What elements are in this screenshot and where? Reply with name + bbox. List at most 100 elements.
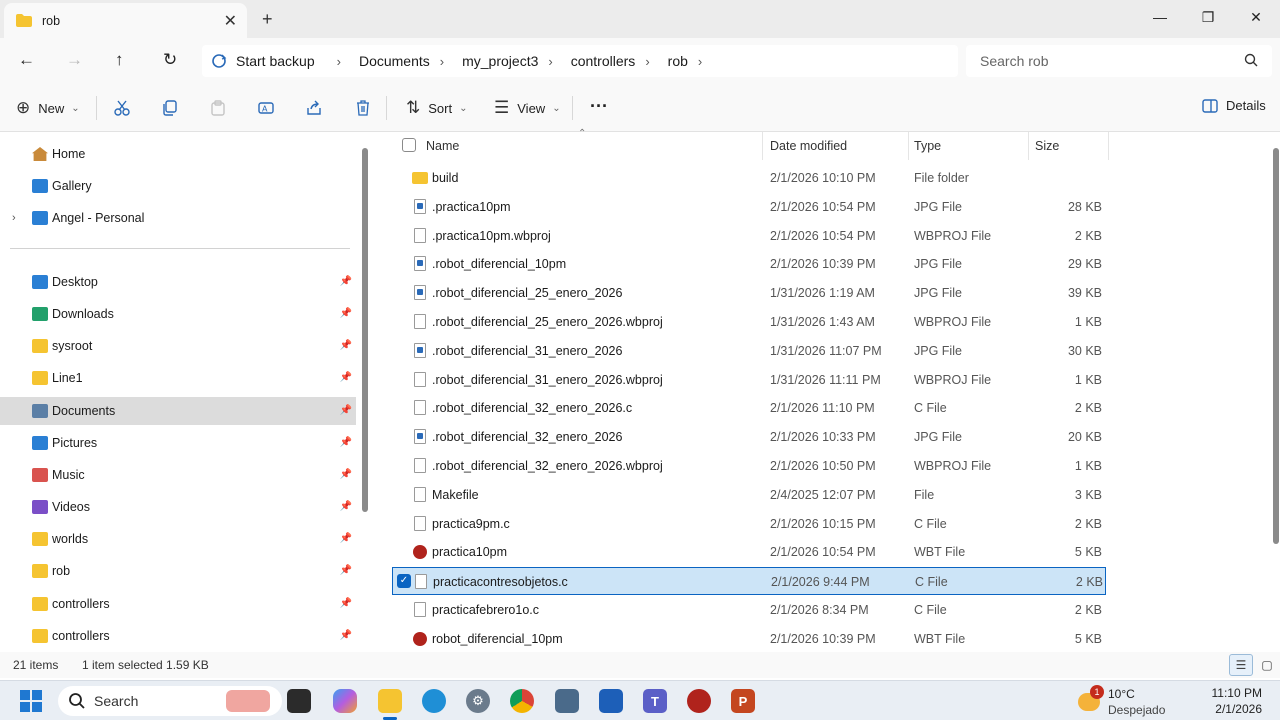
sidebar-item-downloads[interactable]: Downloads 📌 (0, 300, 356, 328)
store-icon[interactable] (599, 689, 623, 713)
sidebar-item-controllers-2[interactable]: controllers 📌 (0, 622, 356, 650)
paste-icon[interactable] (210, 100, 226, 116)
table-row[interactable]: ✓ practicacontresobjetos.c 2/1/2026 9:44 P… (392, 567, 1106, 596)
task-view-icon[interactable] (287, 689, 311, 713)
pin-icon[interactable]: 📌 (340, 437, 352, 448)
webots-bug-icon[interactable] (687, 689, 711, 713)
copy-icon[interactable] (162, 100, 178, 116)
chevron-right-icon[interactable]: › (548, 54, 552, 69)
copilot-icon[interactable] (333, 689, 357, 713)
rename-icon[interactable]: A (258, 100, 274, 116)
sidebar-item-line1[interactable]: Line1 📌 (0, 364, 356, 392)
sidebar-item-pictures[interactable]: Pictures 📌 (0, 429, 356, 457)
sidebar-scrollbar[interactable] (362, 148, 368, 512)
breadcrumb-documents[interactable]: Documents (359, 53, 430, 69)
minimize-button[interactable]: — (1136, 0, 1184, 34)
pin-icon[interactable]: 📌 (340, 533, 352, 544)
sidebar-item-videos[interactable]: Videos 📌 (0, 493, 356, 521)
table-row[interactable]: practicafebrero1o.c 2/1/2026 8:34 PM C Fil… (392, 596, 1106, 624)
chevron-right-icon[interactable]: › (440, 54, 444, 69)
table-row[interactable]: practica10pm 2/1/2026 10:54 PM WBT File 5 K… (392, 538, 1106, 566)
close-window-button[interactable]: ✕ (1232, 0, 1280, 34)
table-row[interactable]: .robot_diferencial_32_enero_2026 2/1/2026… (392, 423, 1106, 451)
sidebar-item-home[interactable]: Home (0, 140, 356, 168)
back-button[interactable]: ← (18, 50, 35, 70)
breadcrumb-rob[interactable]: rob (668, 53, 688, 69)
chevron-right-icon[interactable]: › (337, 54, 341, 69)
weather-widget[interactable]: 1 10°C Despejado (1078, 685, 1188, 717)
pin-icon[interactable]: 📌 (340, 501, 352, 512)
sidebar-item-controllers[interactable]: controllers 📌 (0, 590, 356, 618)
new-button[interactable]: ⊕ New ⌄ (16, 98, 80, 118)
sidebar-item-angel-personal[interactable]: › Angel - Personal (0, 204, 356, 232)
column-header-type[interactable]: Type (914, 132, 941, 160)
chevron-right-icon[interactable]: › (12, 212, 16, 224)
sidebar-item-rob[interactable]: rob 📌 (0, 557, 356, 585)
table-row[interactable]: Makefile 2/4/2025 12:07 PM File 3 KB (392, 481, 1106, 509)
start-backup-link[interactable]: Start backup (236, 53, 315, 69)
tiles-view-icon[interactable]: ▢ (1255, 654, 1279, 676)
delete-icon[interactable] (355, 100, 371, 116)
sidebar-item-sysroot[interactable]: sysroot 📌 (0, 332, 356, 360)
pin-icon[interactable]: 📌 (340, 340, 352, 351)
powerpoint-icon[interactable]: P (731, 689, 755, 713)
refresh-button[interactable]: ↻ (163, 50, 177, 70)
table-row[interactable]: practica9pm.c 2/1/2026 10:15 PM C File 2 KB (392, 510, 1106, 538)
breadcrumb[interactable]: Start backup › Documents › my_project3 ›… (202, 45, 958, 77)
table-row[interactable]: .robot_diferencial_25_enero_2026 1/31/202… (392, 279, 1106, 307)
chrome-icon[interactable] (510, 689, 534, 713)
teams-icon[interactable]: T (643, 689, 667, 713)
more-options-button[interactable]: ··· (590, 96, 608, 117)
sidebar-item-documents[interactable]: Documents 📌 (0, 397, 356, 425)
details-pane-button[interactable]: Details (1202, 98, 1266, 113)
details-view-icon[interactable]: ☰ (1229, 654, 1253, 676)
table-row[interactable]: robot_diferencial_10pm 2/1/2026 10:39 PM W… (392, 625, 1106, 653)
column-header-name[interactable]: Name (426, 132, 762, 160)
table-row[interactable]: .practica10pm 2/1/2026 10:54 PM JPG File 28… (392, 193, 1106, 221)
column-header-size[interactable]: Size (1035, 132, 1059, 160)
pin-icon[interactable]: 📌 (340, 276, 352, 287)
sidebar-item-worlds[interactable]: worlds 📌 (0, 525, 356, 553)
forward-button[interactable]: → (66, 50, 83, 70)
settings-gear-icon[interactable]: ⚙ (466, 689, 490, 713)
share-icon[interactable] (306, 100, 322, 116)
pin-icon[interactable]: 📌 (340, 405, 352, 416)
search-input[interactable]: Search rob (966, 45, 1272, 77)
column-header-date-modified[interactable]: Date modified (770, 132, 847, 160)
table-row[interactable]: build 2/1/2026 10:10 PM File folder (392, 164, 1106, 192)
clock[interactable]: 11:10 PM 2/1/2026 (1212, 685, 1262, 717)
table-row[interactable]: .robot_diferencial_31_enero_2026 1/31/202… (392, 337, 1106, 365)
table-row[interactable]: .practica10pm.wbproj 2/1/2026 10:54 PM WBP… (392, 222, 1106, 250)
pin-icon[interactable]: 📌 (340, 469, 352, 480)
close-tab-icon[interactable]: ✕ (224, 11, 237, 31)
chevron-right-icon[interactable]: › (645, 54, 649, 69)
table-row[interactable]: .robot_diferencial_25_enero_2026.wbproj 1… (392, 308, 1106, 336)
file-explorer-icon[interactable] (378, 689, 402, 713)
pin-icon[interactable]: 📌 (340, 372, 352, 383)
maximize-button[interactable]: ❐ (1184, 0, 1232, 34)
select-all-checkbox[interactable] (402, 138, 416, 152)
table-row[interactable]: .robot_diferencial_32_enero_2026.c 2/1/20… (392, 394, 1106, 422)
table-row[interactable]: .robot_diferencial_10pm 2/1/2026 10:39 PM… (392, 250, 1106, 278)
view-button[interactable]: ☰ View ⌄ (494, 98, 561, 118)
sort-button[interactable]: ⇅ Sort ⌄ (406, 98, 467, 118)
chevron-right-icon[interactable]: › (698, 54, 702, 69)
sidebar-item-music[interactable]: Music 📌 (0, 461, 356, 489)
row-checkbox[interactable]: ✓ (397, 574, 411, 589)
up-button[interactable]: ↑ (115, 50, 124, 70)
pin-icon[interactable]: 📌 (340, 598, 352, 609)
taskbar-search[interactable]: Search (58, 686, 282, 716)
pin-icon[interactable]: 📌 (340, 308, 352, 319)
edge-icon[interactable] (422, 689, 446, 713)
table-row[interactable]: .robot_diferencial_32_enero_2026.wbproj 2… (392, 452, 1106, 480)
explorer-tab[interactable]: rob ✕ (4, 3, 247, 38)
cut-icon[interactable] (114, 100, 130, 116)
breadcrumb-my-project3[interactable]: my_project3 (462, 53, 538, 69)
file-list-scrollbar[interactable] (1273, 148, 1279, 544)
new-tab-button[interactable]: + (262, 9, 273, 30)
breadcrumb-controllers[interactable]: controllers (571, 53, 636, 69)
sidebar-item-desktop[interactable]: Desktop 📌 (0, 268, 356, 296)
sidebar-item-gallery[interactable]: Gallery (0, 172, 356, 200)
calculator-icon[interactable] (555, 689, 579, 713)
pin-icon[interactable]: 📌 (340, 565, 352, 576)
